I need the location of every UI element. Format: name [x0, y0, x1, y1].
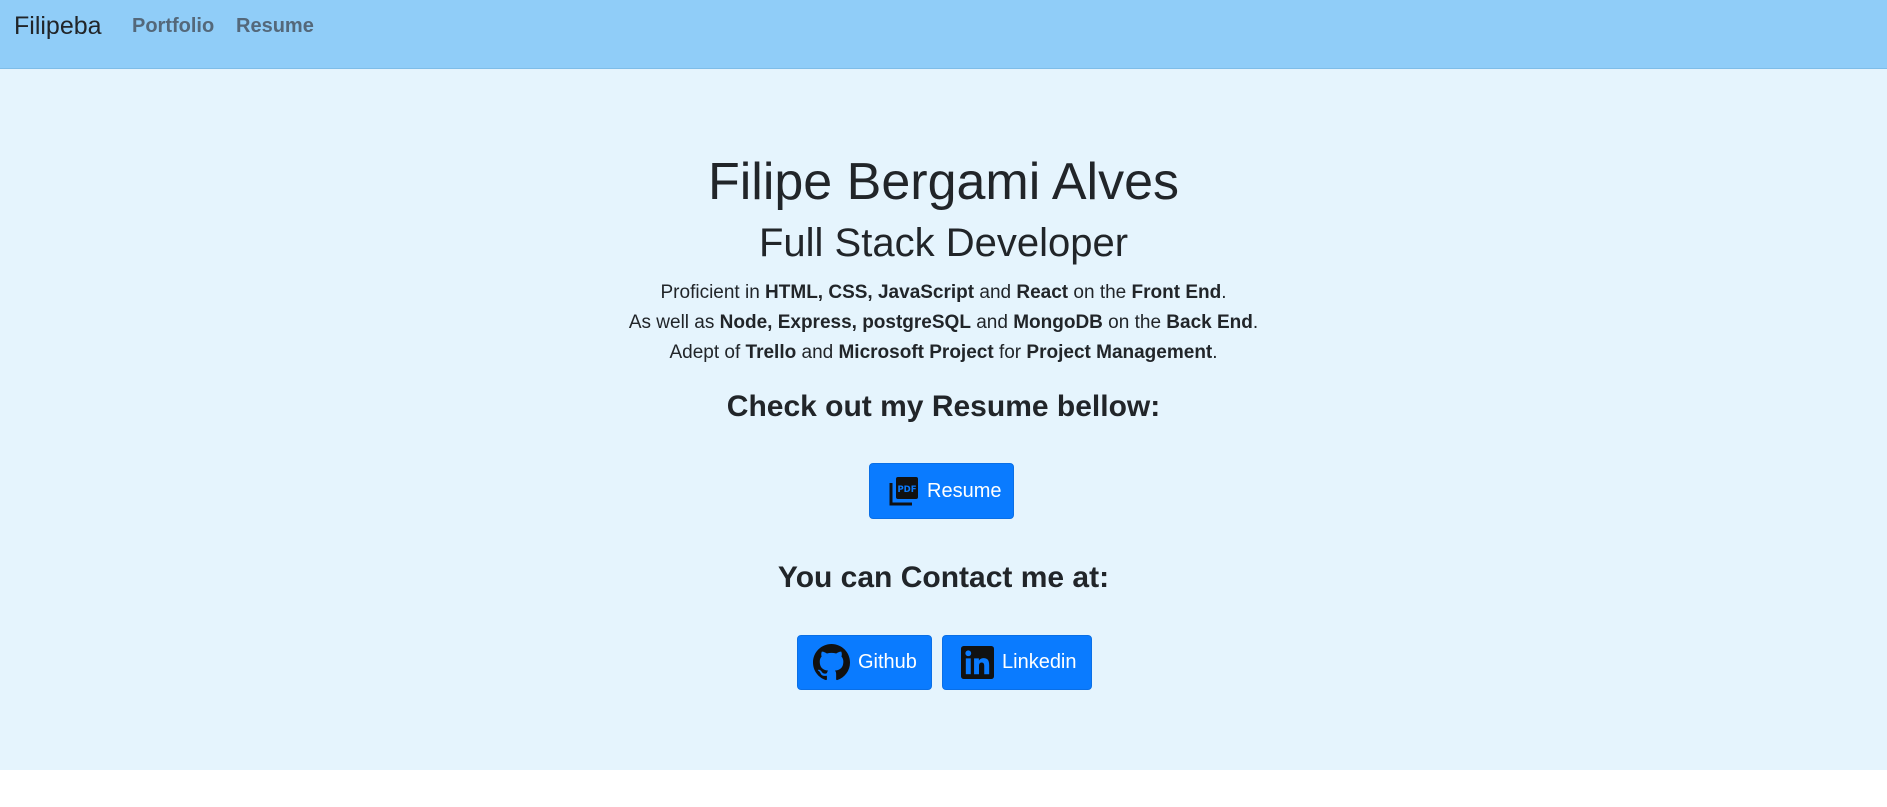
resume-button[interactable]: PDF Resume: [869, 463, 1014, 519]
skill-text: .: [1252, 312, 1259, 333]
skill-text: Proficient in: [660, 282, 766, 303]
skill-keyword: Back End: [1166, 312, 1253, 333]
resume-heading: Check out my Resume bellow:: [726, 390, 1161, 423]
skill-text: Adept of: [669, 342, 746, 363]
skill-keyword: Project Management: [1026, 342, 1213, 363]
linkedin-icon: [961, 646, 994, 679]
skill-text: and: [970, 312, 1014, 333]
job-title: Full Stack Developer: [758, 221, 1129, 265]
skill-text: As well as: [628, 312, 720, 333]
skill-keyword: Front End: [1131, 282, 1222, 303]
navbar: Filipeba Portfolio Resume: [0, 0, 1887, 69]
contact-heading: You can Contact me at:: [777, 561, 1110, 594]
skill-keyword: Node, Express, postgreSQL: [719, 312, 971, 333]
github-button-label: Github: [858, 651, 917, 673]
resume-button-label: Resume: [927, 479, 1002, 502]
skill-keyword: HTML, CSS, JavaScript: [765, 282, 975, 303]
skill-text: and: [796, 342, 839, 363]
skill-text: on the: [1068, 282, 1132, 303]
skills-line-project-management: Adept of Trello and Microsoft Project fo…: [0, 338, 1887, 368]
skill-keyword: MongoDB: [1013, 312, 1103, 333]
skills-line-back-end: As well as Node, Express, postgreSQL and…: [0, 308, 1887, 338]
skill-keyword: Trello: [745, 342, 797, 363]
skill-keyword: Microsoft Project: [838, 342, 994, 363]
skills-line-front-end: Proficient in HTML, CSS, JavaScript and …: [0, 278, 1887, 308]
github-button[interactable]: Github: [797, 635, 932, 690]
skill-text: .: [1212, 342, 1218, 363]
nav-link-resume[interactable]: Resume: [236, 15, 314, 38]
skill-keyword: React: [1016, 282, 1069, 303]
pdf-icon: PDF: [889, 476, 919, 506]
skill-text: .: [1221, 282, 1227, 303]
page-title: Filipe Bergami Alves: [707, 153, 1180, 211]
github-icon: [813, 644, 850, 681]
skill-text: on the: [1102, 312, 1167, 333]
svg-text:PDF: PDF: [897, 485, 916, 495]
linkedin-button[interactable]: Linkedin: [942, 635, 1092, 690]
skill-text: and: [974, 282, 1017, 303]
nav-link-portfolio[interactable]: Portfolio: [132, 15, 214, 38]
navbar-brand[interactable]: Filipeba: [14, 12, 102, 41]
linkedin-button-label: Linkedin: [1002, 651, 1077, 673]
skill-text: for: [993, 342, 1027, 363]
